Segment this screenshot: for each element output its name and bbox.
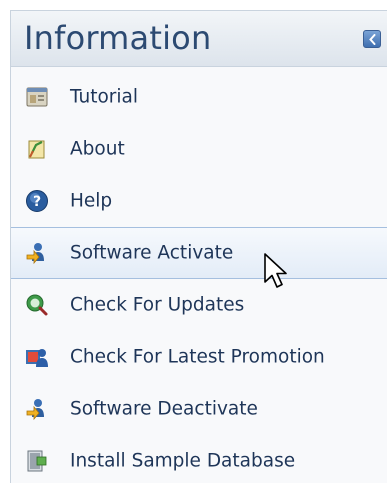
menu-item-check-for-updates[interactable]: Check For Updates	[11, 279, 387, 331]
mouse-pointer-icon	[264, 253, 287, 288]
about-icon	[28, 140, 45, 159]
menu-item-label: Software Deactivate	[70, 398, 258, 420]
svg-text:?: ?	[33, 194, 41, 210]
menu-item-help[interactable]: ? Help	[11, 175, 387, 227]
deactivate-icon	[26, 399, 44, 421]
menu-item-software-deactivate[interactable]: Software Deactivate	[11, 383, 387, 435]
menu-item-tutorial[interactable]: Tutorial	[11, 71, 387, 123]
promotion-icon	[26, 349, 48, 367]
chevron-left-icon	[369, 34, 376, 45]
updates-icon	[26, 294, 48, 316]
menu-item-label: About	[70, 138, 125, 160]
menu-item-software-activate[interactable]: Software Activate	[11, 227, 387, 279]
menu-item-check-for-latest-promotion[interactable]: Check For Latest Promotion	[11, 331, 387, 383]
menu-item-label: Software Activate	[70, 242, 234, 264]
information-panel: Information Tutorial About ? Help Softwa…	[10, 10, 387, 483]
collapse-button[interactable]	[363, 30, 381, 48]
menu-item-label: Install Sample Database	[70, 450, 296, 472]
menu-item-label: Check For Updates	[70, 294, 245, 316]
information-list: Tutorial About ? Help Software Activate …	[11, 71, 387, 487]
menu-item-label: Tutorial	[70, 86, 139, 108]
activate-icon	[26, 243, 44, 265]
panel-header: Information	[11, 11, 387, 67]
menu-item-about[interactable]: About	[11, 123, 387, 175]
menu-item-install-sample-database[interactable]: Install Sample Database	[11, 435, 387, 487]
help-icon: ?	[26, 190, 48, 212]
panel-title: Information	[24, 19, 212, 57]
tutorial-icon	[26, 87, 48, 107]
menu-item-label: Check For Latest Promotion	[70, 346, 325, 368]
database-icon	[27, 450, 47, 472]
menu-item-label: Help	[70, 190, 113, 212]
